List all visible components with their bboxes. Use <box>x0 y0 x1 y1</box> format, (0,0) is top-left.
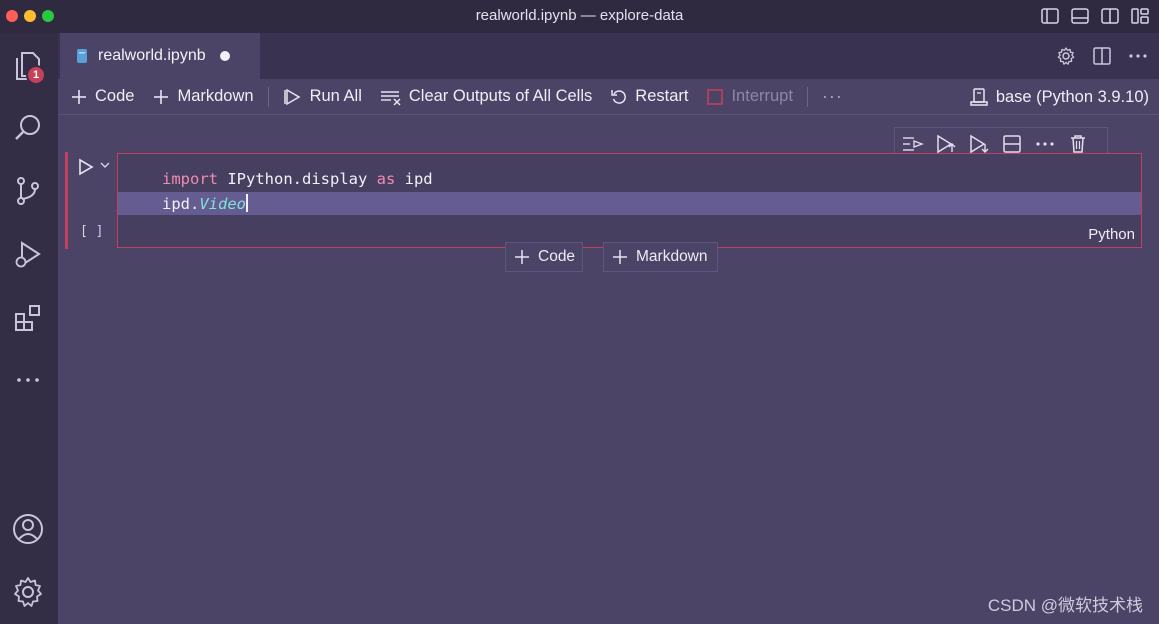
insert-code-cell-button[interactable]: Code <box>505 242 583 272</box>
keyword-as: as <box>376 170 396 188</box>
watermark: CSDN @微软技术栈 <box>987 596 1143 615</box>
toolbar-divider <box>267 86 269 107</box>
add-code-label: Code <box>95 87 135 105</box>
tab-realworld-ipynb[interactable]: realworld.ipynb <box>60 33 260 79</box>
alias-name: ipd <box>395 170 433 188</box>
kernel-server-icon <box>970 87 988 107</box>
split-editor-icon[interactable] <box>1091 45 1113 67</box>
add-markdown-cell-button[interactable]: Markdown <box>152 87 254 106</box>
kernel-label: base (Python 3.9.10) <box>995 87 1149 106</box>
search-icon[interactable] <box>9 109 47 147</box>
accounts-icon[interactable] <box>9 510 47 548</box>
activity-bar: 1 <box>0 33 58 624</box>
interrupt-label: Interrupt <box>731 87 793 105</box>
notebook-toolbar: Code Markdown Run All Clear Outputs of A… <box>58 79 1159 115</box>
settings-gear-icon[interactable] <box>9 573 47 611</box>
run-all-button[interactable]: Run All <box>283 87 362 106</box>
title-bar: realworld.ipynb — explore-data <box>0 0 1159 33</box>
module-name: IPython.display <box>218 170 377 188</box>
class-name: Video <box>199 195 246 213</box>
plus-icon <box>152 88 170 106</box>
text-cursor <box>246 194 248 212</box>
current-line-highlight <box>118 192 1141 215</box>
code-line-2[interactable]: ipd.Video <box>162 194 248 213</box>
plus-icon <box>70 88 88 106</box>
restart-icon <box>610 88 628 106</box>
kernel-picker[interactable]: base (Python 3.9.10) <box>970 79 1149 115</box>
execute-cell-play-icon[interactable] <box>77 158 95 176</box>
code-prefix: ipd. <box>162 195 200 213</box>
code-line-1[interactable]: import IPython.display as ipd <box>162 170 433 188</box>
code-cell[interactable]: import IPython.display as ipd ipd.Video … <box>117 153 1142 248</box>
run-all-icon <box>283 88 303 106</box>
restart-kernel-button[interactable]: Restart <box>610 87 688 106</box>
clear-all-icon <box>380 88 402 106</box>
toggle-secondary-sidebar-icon[interactable] <box>1099 5 1121 27</box>
keyword-import: import <box>162 170 218 188</box>
toolbar-more-icon[interactable]: ··· <box>822 86 843 107</box>
plus-icon <box>514 249 530 265</box>
restart-label: Restart <box>635 87 689 105</box>
notebook-settings-gear-icon[interactable] <box>1055 45 1077 67</box>
source-control-icon[interactable] <box>9 172 47 210</box>
insert-markdown-label: Markdown <box>636 248 708 265</box>
insert-code-label: Code <box>538 248 576 265</box>
stop-icon <box>706 88 724 106</box>
cell-language-label[interactable]: Python <box>1088 226 1135 243</box>
notebook-file-icon <box>76 49 88 63</box>
explorer-badge: 1 <box>26 65 46 85</box>
add-markdown-label: Markdown <box>177 87 254 105</box>
execute-options-chevron-down-icon[interactable] <box>99 160 111 170</box>
clear-outputs-button[interactable]: Clear Outputs of All Cells <box>380 87 592 106</box>
clear-outputs-label: Clear Outputs of All Cells <box>408 87 593 105</box>
add-code-cell-button[interactable]: Code <box>70 87 134 106</box>
more-actions-icon[interactable] <box>1127 45 1149 67</box>
editor-tab-bar: realworld.ipynb <box>58 33 1159 79</box>
interrupt-kernel-button[interactable]: Interrupt <box>706 87 793 106</box>
customize-layout-icon[interactable] <box>1129 5 1151 27</box>
toolbar-divider <box>806 86 808 107</box>
execution-count: [ ] <box>80 224 104 239</box>
insert-markdown-cell-button[interactable]: Markdown <box>603 242 718 272</box>
run-and-debug-icon[interactable] <box>9 235 47 273</box>
run-all-label: Run All <box>309 87 362 105</box>
tab-label: realworld.ipynb <box>98 47 206 64</box>
more-views-icon[interactable] <box>9 361 47 399</box>
cell-focus-indicator <box>65 152 68 249</box>
extensions-icon[interactable] <box>9 298 47 336</box>
toggle-primary-sidebar-icon[interactable] <box>1039 5 1061 27</box>
plus-icon <box>612 249 628 265</box>
toggle-panel-icon[interactable] <box>1069 5 1091 27</box>
window-title: realworld.ipynb — explore-data <box>475 7 684 24</box>
unsaved-indicator-dot[interactable] <box>219 51 230 61</box>
